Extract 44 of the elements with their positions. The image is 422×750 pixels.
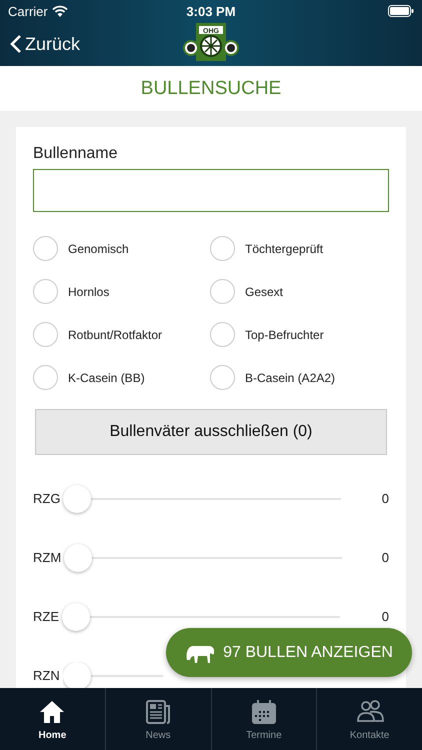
chevron-left-icon (10, 34, 22, 54)
input-field[interactable] (33, 169, 389, 212)
back-button[interactable]: Zurück (0, 32, 86, 56)
option-label: K-Casein (BB) (68, 370, 145, 384)
radio-button[interactable] (210, 236, 235, 261)
radio-button[interactable] (33, 236, 58, 261)
option-label: Gesext (245, 284, 284, 298)
slider-thumb[interactable] (64, 544, 92, 572)
battery-icon (388, 5, 414, 17)
newspaper-icon (144, 698, 172, 726)
tab[interactable]: Kontakte (317, 688, 422, 750)
radio-button[interactable] (210, 365, 235, 390)
radio-button[interactable] (210, 322, 235, 347)
slider-label: RZG (33, 491, 60, 506)
option-label: Töchtergeprüft (245, 242, 324, 256)
option-label: B-Casein (A2A2) (245, 370, 336, 384)
radio-button[interactable] (210, 279, 235, 304)
slider-thumb[interactable] (63, 484, 92, 512)
slider-label: RZN (33, 668, 60, 683)
slider-label: RZM (33, 550, 62, 565)
exclude-button[interactable]: Bullenväter ausschließen (0) (35, 409, 387, 455)
slider-value: 0 (382, 550, 389, 565)
radio-button[interactable] (33, 365, 58, 390)
slider-thumb[interactable] (62, 602, 90, 630)
status-time: 3:03 PM (185, 4, 237, 18)
option-label: Genomisch (68, 242, 129, 256)
radio-button[interactable] (33, 322, 58, 347)
tab[interactable]: News (106, 688, 212, 750)
page-title: BULLENSUCHE (140, 78, 282, 100)
slider-label: RZE (33, 609, 59, 624)
option-label: Rotbunt/Rotfaktor (68, 328, 162, 342)
slider-value: 0 (382, 491, 389, 506)
calendar-icon (250, 698, 278, 726)
show-results-button[interactable]: 97 BULLEN ANZEIGEN (166, 628, 412, 677)
tab[interactable]: Home (0, 688, 106, 750)
radio-button[interactable] (33, 279, 58, 304)
tab[interactable]: Termine (212, 688, 318, 750)
slider-thumb[interactable] (62, 662, 91, 688)
option-label: Hornlos (68, 284, 110, 298)
field-label: Bullenname (33, 145, 118, 163)
slider-value: 0 (382, 609, 389, 624)
option-label: Top-Befruchter (245, 328, 324, 342)
carrier-label: Carrier (8, 4, 48, 18)
wifi-icon (52, 5, 68, 17)
